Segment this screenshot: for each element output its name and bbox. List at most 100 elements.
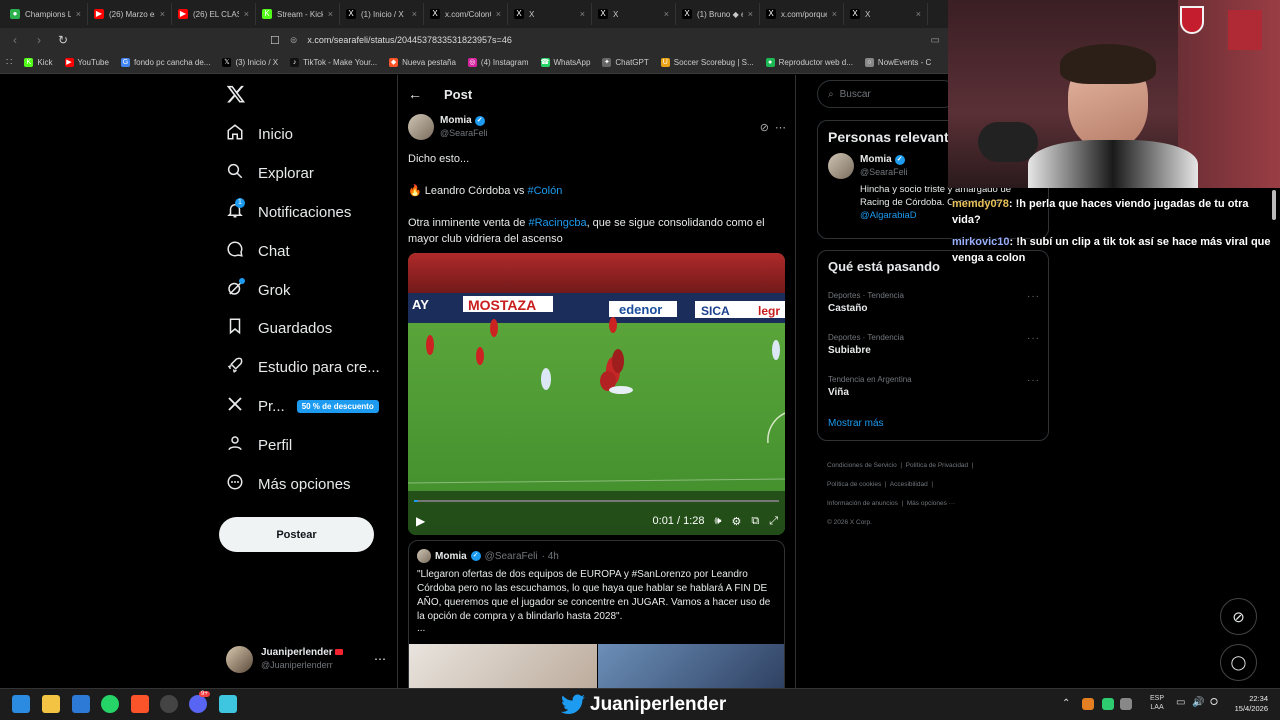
close-tab-icon[interactable]: × [832, 9, 837, 19]
settings-gear-icon[interactable]: ⚙ [731, 515, 741, 528]
close-tab-icon[interactable]: × [328, 9, 333, 19]
close-tab-icon[interactable]: × [916, 9, 921, 19]
picture-in-picture-icon[interactable]: ⧉ [751, 515, 759, 528]
close-tab-icon[interactable]: × [160, 9, 165, 19]
tray-app-icon[interactable] [1102, 698, 1114, 710]
cast-icon[interactable]: ▭ [931, 35, 940, 46]
bookmark-item[interactable]: ◆ Nueva pestaña [389, 58, 456, 67]
bookmark-item[interactable]: U Soccer Scorebug | S... [660, 58, 754, 67]
browser-tab[interactable]: Xx.com/porquetta × [760, 3, 844, 25]
footer-link[interactable]: Condiciones de Servicio [827, 462, 897, 469]
bookmark-item[interactable]: ◎ (4) Instagram [467, 58, 529, 67]
footer-link[interactable]: Política de Privacidad [906, 462, 969, 469]
windows-start-icon[interactable] [12, 695, 30, 713]
battery-icon[interactable]: ⭘ [1210, 697, 1218, 708]
fullscreen-icon[interactable]: ⤢ [769, 515, 778, 528]
network-icon[interactable]: ▭ [1176, 697, 1185, 708]
footer-link[interactable]: Más opciones ··· [907, 500, 955, 507]
nav-item-2[interactable]: 1 Notificaciones [226, 197, 351, 227]
video-player[interactable]: AY MOSTAZA edenor SICA legr ▶ 0:01 / 1:2… [408, 253, 785, 535]
browser-tab[interactable]: X X × [844, 3, 928, 25]
browser-tab[interactable]: K Stream - Kick Da × [256, 3, 340, 25]
file-explorer-icon[interactable] [42, 695, 60, 713]
nav-item-9[interactable]: Más opciones [226, 469, 351, 499]
browser-tab[interactable]: ▶ (26) Marzo en Tw × [88, 3, 172, 25]
messages-float-icon[interactable]: ◯ [1220, 644, 1257, 681]
x-logo-icon[interactable] [226, 84, 246, 104]
post-button[interactable]: Postear [219, 517, 374, 552]
nav-item-8[interactable]: Perfil [226, 430, 292, 460]
more-dots-icon[interactable]: ··· [1027, 375, 1040, 386]
language-indicator[interactable]: ESP LAA [1150, 694, 1164, 712]
back-arrow-icon[interactable]: ← [408, 86, 422, 102]
notepad-icon[interactable] [219, 695, 237, 713]
close-tab-icon[interactable]: × [496, 9, 501, 19]
hashtag-link[interactable]: #Colón [528, 185, 563, 197]
volume-icon[interactable]: 🕪 [715, 515, 722, 528]
trend-item[interactable]: Deportes · Tendencia Castaño ··· [828, 291, 1040, 314]
browser-tab[interactable]: ● Champions Leag × [4, 3, 88, 25]
nav-item-1[interactable]: Explorar [226, 158, 314, 188]
nav-item-0[interactable]: Inicio [226, 119, 293, 149]
bookmark-item[interactable]: ● Reproductor web d... [765, 58, 853, 67]
footer-link[interactable]: Política de cookies [827, 481, 881, 488]
show-more-link[interactable]: Mostrar más [828, 418, 884, 429]
browser-tab[interactable]: Xx.com/ColonOfic × [424, 3, 508, 25]
obs-icon[interactable] [160, 695, 178, 713]
bookmark-item[interactable]: K Kick [24, 58, 53, 67]
footer-link[interactable]: Información de anuncios [827, 500, 898, 507]
browser-tab[interactable]: X (1) Inicio / X × [340, 3, 424, 25]
close-tab-icon[interactable]: × [76, 9, 81, 19]
trend-item[interactable]: Tendencia en Argentina Viña ··· [828, 375, 1040, 398]
whatsapp-icon[interactable] [101, 695, 119, 713]
tray-app-icon[interactable] [1120, 698, 1132, 710]
site-info-icon[interactable]: ⊜ [290, 35, 298, 46]
url-field[interactable]: x.com/searafeli/status/20445378335318239… [307, 35, 920, 45]
browser-tab[interactable]: X (1) Bruno ◆ en X × [676, 3, 760, 25]
author-name[interactable]: Momia [440, 114, 472, 127]
bookmark-item[interactable]: ▶ YouTube [64, 58, 109, 67]
close-tab-icon[interactable]: × [580, 9, 585, 19]
more-dots-icon[interactable]: ⋯ [775, 121, 786, 134]
apps-grid-icon[interactable]: ∷ [6, 57, 12, 68]
tray-app-icon[interactable] [1082, 698, 1094, 710]
bookmark-item[interactable]: ♪ TikTok - Make Your... [290, 58, 377, 67]
more-dots-icon[interactable]: ··· [1027, 291, 1040, 302]
nav-item-6[interactable]: Estudio para cre... [226, 352, 380, 382]
nav-item-3[interactable]: Chat [226, 236, 290, 266]
play-icon[interactable]: ▶ [416, 514, 425, 528]
browser-tab[interactable]: ▶ (26) EL CLASICO × [172, 3, 256, 25]
nav-item-7[interactable]: Pr... 50 % de descuento [226, 391, 379, 421]
brave-icon[interactable] [131, 695, 149, 713]
back-icon[interactable]: ‹ [8, 33, 22, 47]
more-dots-icon[interactable]: ··· [1027, 333, 1040, 344]
bookmark-star-icon[interactable]: ☐ [270, 34, 280, 47]
author-avatar[interactable] [408, 114, 434, 140]
bookmark-item[interactable]: ☎ WhatsApp [540, 58, 590, 67]
author-handle[interactable]: @SearaFeli [440, 127, 488, 140]
more-dots-icon[interactable]: ⋯ [374, 652, 386, 666]
account-switcher[interactable]: Juaniperlender @Juaniperlenderr ⋯ [226, 644, 386, 674]
scrollbar[interactable] [1272, 190, 1276, 220]
person-avatar[interactable] [828, 153, 854, 179]
grok-explain-icon[interactable]: ⊘ [760, 121, 769, 134]
nav-item-4[interactable]: Grok [226, 275, 291, 305]
clock[interactable]: 22:34 15/4/2026 [1228, 694, 1268, 714]
discord-icon[interactable] [189, 695, 207, 713]
bookmark-item[interactable]: ✦ ChatGPT [602, 58, 649, 67]
bookmark-item[interactable]: ○ NowEvents - C [864, 58, 931, 67]
tray-chevron-icon[interactable]: ⌃ [1062, 698, 1070, 709]
nav-item-5[interactable]: Guardados [226, 313, 332, 343]
quoted-post[interactable]: Momia ✓ @SearaFeli · 4h "Llegaron oferta… [408, 540, 785, 700]
browser-tab[interactable]: X X × [508, 3, 592, 25]
close-tab-icon[interactable]: × [244, 9, 249, 19]
close-tab-icon[interactable]: × [664, 9, 669, 19]
bookmark-item[interactable]: 𝕏 (3) Inicio / X [222, 58, 278, 67]
search-box[interactable]: ⌕ Buscar [817, 80, 957, 108]
volume-icon[interactable]: 🔊 [1192, 697, 1204, 708]
store-icon[interactable] [72, 695, 90, 713]
footer-link[interactable]: Accesibilidad [890, 481, 928, 488]
trend-item[interactable]: Deportes · Tendencia Subiabre ··· [828, 333, 1040, 356]
close-tab-icon[interactable]: × [412, 9, 417, 19]
person-name[interactable]: Momia [860, 153, 892, 166]
